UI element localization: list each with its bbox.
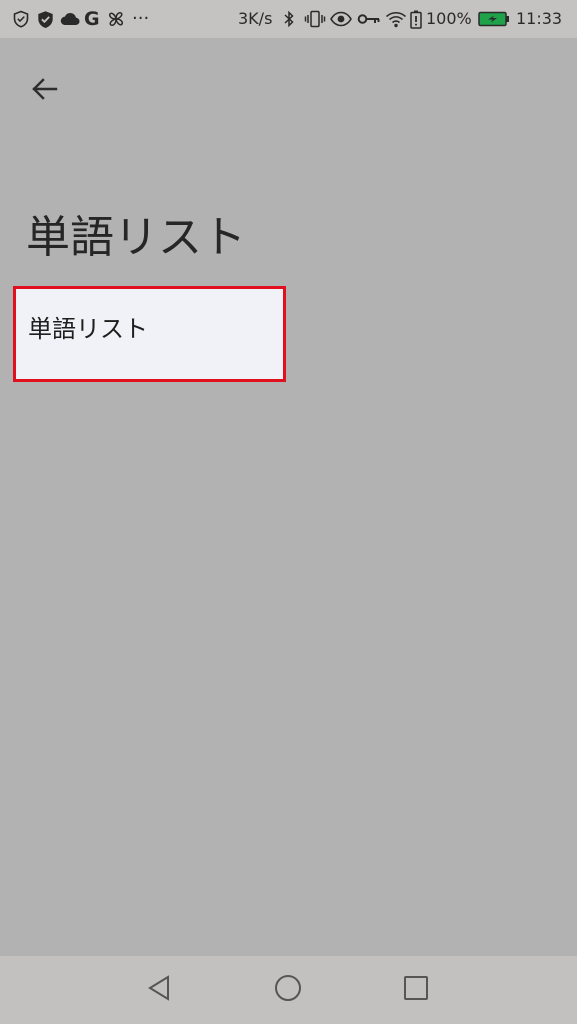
battery-charging-icon — [478, 0, 510, 38]
status-bar: G ··· 3K/s 100% 11:33 — [0, 0, 577, 38]
battery-alert-icon — [410, 0, 422, 38]
cloud-icon — [60, 0, 80, 38]
google-icon: G — [84, 8, 100, 30]
fan-icon — [107, 0, 125, 38]
list-item-word-list[interactable]: 単語リスト — [13, 286, 286, 382]
nav-recents-button[interactable] — [391, 966, 441, 1014]
wifi-icon — [385, 0, 407, 38]
vibrate-icon — [304, 0, 326, 38]
battery-percent: 100% — [426, 9, 472, 28]
bluetooth-icon — [283, 0, 295, 38]
shield-outline-icon — [12, 0, 30, 38]
shield-check-icon — [36, 0, 55, 38]
back-triangle-icon — [146, 974, 172, 1006]
more-icon: ··· — [132, 8, 150, 29]
home-circle-icon — [274, 974, 302, 1006]
nav-home-button[interactable] — [263, 966, 313, 1014]
network-speed: 3K/s — [238, 9, 273, 28]
eye-icon — [330, 0, 352, 38]
recents-square-icon — [403, 975, 429, 1005]
back-button[interactable] — [16, 66, 72, 116]
clock: 11:33 — [516, 9, 563, 28]
list-item-label: 単語リスト — [28, 315, 148, 343]
nav-back-button[interactable] — [134, 966, 184, 1014]
arrow-left-icon — [30, 77, 58, 105]
page-title: 単語リスト — [26, 212, 246, 263]
key-icon — [357, 0, 381, 38]
screen: 単語リスト 単語リスト — [0, 38, 577, 956]
navigation-bar — [0, 956, 577, 1024]
